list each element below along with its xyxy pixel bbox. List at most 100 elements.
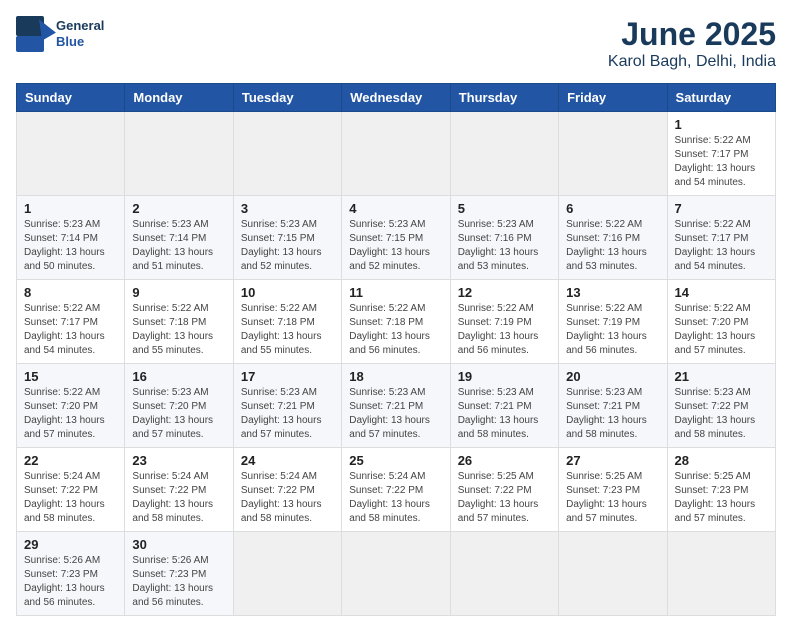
day-number: 20 [566, 369, 659, 384]
day-number: 27 [566, 453, 659, 468]
page-header: General Blue June 2025 Karol Bagh, Delhi… [16, 16, 776, 71]
day-number: 7 [675, 201, 768, 216]
calendar-cell: 1 Sunrise: 5:22 AM Sunset: 7:17 PM Dayli… [667, 112, 775, 196]
day-number: 29 [24, 537, 117, 552]
day-number: 6 [566, 201, 659, 216]
day-detail: Sunrise: 5:23 AM Sunset: 7:21 PM Dayligh… [349, 386, 442, 442]
calendar-cell: 29 Sunrise: 5:26 AM Sunset: 7:23 PM Dayl… [17, 532, 125, 616]
day-detail: Sunrise: 5:23 AM Sunset: 7:21 PM Dayligh… [458, 386, 551, 442]
day-detail: Sunrise: 5:22 AM Sunset: 7:17 PM Dayligh… [675, 218, 768, 274]
day-number: 4 [349, 201, 442, 216]
calendar-cell: 12 Sunrise: 5:22 AM Sunset: 7:19 PM Dayl… [450, 280, 558, 364]
calendar-header-row: SundayMondayTuesdayWednesdayThursdayFrid… [17, 84, 776, 112]
day-number: 3 [241, 201, 334, 216]
calendar-cell [233, 112, 341, 196]
calendar-cell [450, 532, 558, 616]
calendar-cell: 24 Sunrise: 5:24 AM Sunset: 7:22 PM Dayl… [233, 448, 341, 532]
day-header-sunday: Sunday [17, 84, 125, 112]
day-header-thursday: Thursday [450, 84, 558, 112]
calendar-cell: 14 Sunrise: 5:22 AM Sunset: 7:20 PM Dayl… [667, 280, 775, 364]
day-detail: Sunrise: 5:25 AM Sunset: 7:23 PM Dayligh… [675, 470, 768, 526]
calendar-cell: 26 Sunrise: 5:25 AM Sunset: 7:22 PM Dayl… [450, 448, 558, 532]
day-detail: Sunrise: 5:22 AM Sunset: 7:19 PM Dayligh… [458, 302, 551, 358]
calendar-cell: 7 Sunrise: 5:22 AM Sunset: 7:17 PM Dayli… [667, 196, 775, 280]
day-detail: Sunrise: 5:25 AM Sunset: 7:23 PM Dayligh… [566, 470, 659, 526]
logo-line2: Blue [56, 34, 104, 50]
calendar-cell [342, 112, 450, 196]
calendar-cell: 21 Sunrise: 5:23 AM Sunset: 7:22 PM Dayl… [667, 364, 775, 448]
day-detail: Sunrise: 5:22 AM Sunset: 7:16 PM Dayligh… [566, 218, 659, 274]
calendar-cell: 1 Sunrise: 5:23 AM Sunset: 7:14 PM Dayli… [17, 196, 125, 280]
day-detail: Sunrise: 5:23 AM Sunset: 7:21 PM Dayligh… [241, 386, 334, 442]
day-number: 11 [349, 285, 442, 300]
calendar-cell: 27 Sunrise: 5:25 AM Sunset: 7:23 PM Dayl… [559, 448, 667, 532]
day-detail: Sunrise: 5:26 AM Sunset: 7:23 PM Dayligh… [24, 554, 117, 610]
day-detail: Sunrise: 5:25 AM Sunset: 7:22 PM Dayligh… [458, 470, 551, 526]
logo-graphic [16, 16, 52, 52]
logo: General Blue [16, 16, 104, 52]
day-detail: Sunrise: 5:22 AM Sunset: 7:20 PM Dayligh… [675, 302, 768, 358]
day-number: 23 [132, 453, 225, 468]
calendar-cell: 28 Sunrise: 5:25 AM Sunset: 7:23 PM Dayl… [667, 448, 775, 532]
calendar-week-row: 15 Sunrise: 5:22 AM Sunset: 7:20 PM Dayl… [17, 364, 776, 448]
calendar-cell [450, 112, 558, 196]
day-detail: Sunrise: 5:22 AM Sunset: 7:18 PM Dayligh… [241, 302, 334, 358]
calendar-week-row: 1 Sunrise: 5:22 AM Sunset: 7:17 PM Dayli… [17, 112, 776, 196]
calendar-cell [559, 112, 667, 196]
day-detail: Sunrise: 5:22 AM Sunset: 7:17 PM Dayligh… [24, 302, 117, 358]
calendar-cell: 9 Sunrise: 5:22 AM Sunset: 7:18 PM Dayli… [125, 280, 233, 364]
calendar-cell: 23 Sunrise: 5:24 AM Sunset: 7:22 PM Dayl… [125, 448, 233, 532]
day-number: 16 [132, 369, 225, 384]
calendar-cell: 4 Sunrise: 5:23 AM Sunset: 7:15 PM Dayli… [342, 196, 450, 280]
calendar-cell [125, 112, 233, 196]
calendar-cell: 15 Sunrise: 5:22 AM Sunset: 7:20 PM Dayl… [17, 364, 125, 448]
day-number: 10 [241, 285, 334, 300]
day-number: 24 [241, 453, 334, 468]
calendar-week-row: 29 Sunrise: 5:26 AM Sunset: 7:23 PM Dayl… [17, 532, 776, 616]
day-number: 17 [241, 369, 334, 384]
day-detail: Sunrise: 5:22 AM Sunset: 7:18 PM Dayligh… [132, 302, 225, 358]
day-detail: Sunrise: 5:23 AM Sunset: 7:20 PM Dayligh… [132, 386, 225, 442]
day-detail: Sunrise: 5:24 AM Sunset: 7:22 PM Dayligh… [24, 470, 117, 526]
day-number: 21 [675, 369, 768, 384]
title-area: June 2025 Karol Bagh, Delhi, India [608, 16, 776, 71]
logo-line1: General [56, 18, 104, 34]
day-detail: Sunrise: 5:24 AM Sunset: 7:22 PM Dayligh… [132, 470, 225, 526]
day-detail: Sunrise: 5:23 AM Sunset: 7:15 PM Dayligh… [241, 218, 334, 274]
day-detail: Sunrise: 5:23 AM Sunset: 7:14 PM Dayligh… [24, 218, 117, 274]
day-number: 15 [24, 369, 117, 384]
calendar-cell: 6 Sunrise: 5:22 AM Sunset: 7:16 PM Dayli… [559, 196, 667, 280]
day-detail: Sunrise: 5:23 AM Sunset: 7:16 PM Dayligh… [458, 218, 551, 274]
calendar-week-row: 1 Sunrise: 5:23 AM Sunset: 7:14 PM Dayli… [17, 196, 776, 280]
calendar-cell: 13 Sunrise: 5:22 AM Sunset: 7:19 PM Dayl… [559, 280, 667, 364]
calendar-cell [342, 532, 450, 616]
calendar-location: Karol Bagh, Delhi, India [608, 53, 776, 71]
calendar-cell: 10 Sunrise: 5:22 AM Sunset: 7:18 PM Dayl… [233, 280, 341, 364]
day-header-friday: Friday [559, 84, 667, 112]
calendar-cell [17, 112, 125, 196]
day-number: 12 [458, 285, 551, 300]
day-detail: Sunrise: 5:23 AM Sunset: 7:15 PM Dayligh… [349, 218, 442, 274]
day-number: 28 [675, 453, 768, 468]
calendar-cell: 16 Sunrise: 5:23 AM Sunset: 7:20 PM Dayl… [125, 364, 233, 448]
calendar-cell: 8 Sunrise: 5:22 AM Sunset: 7:17 PM Dayli… [17, 280, 125, 364]
calendar-cell: 5 Sunrise: 5:23 AM Sunset: 7:16 PM Dayli… [450, 196, 558, 280]
day-number: 8 [24, 285, 117, 300]
calendar-cell: 20 Sunrise: 5:23 AM Sunset: 7:21 PM Dayl… [559, 364, 667, 448]
day-number: 1 [675, 117, 768, 132]
calendar-cell: 2 Sunrise: 5:23 AM Sunset: 7:14 PM Dayli… [125, 196, 233, 280]
calendar-cell: 30 Sunrise: 5:26 AM Sunset: 7:23 PM Dayl… [125, 532, 233, 616]
logo-text: General Blue [56, 18, 104, 49]
calendar-week-row: 22 Sunrise: 5:24 AM Sunset: 7:22 PM Dayl… [17, 448, 776, 532]
day-detail: Sunrise: 5:22 AM Sunset: 7:17 PM Dayligh… [675, 134, 768, 190]
day-number: 9 [132, 285, 225, 300]
calendar-cell: 25 Sunrise: 5:24 AM Sunset: 7:22 PM Dayl… [342, 448, 450, 532]
day-header-tuesday: Tuesday [233, 84, 341, 112]
day-number: 26 [458, 453, 551, 468]
calendar-cell: 19 Sunrise: 5:23 AM Sunset: 7:21 PM Dayl… [450, 364, 558, 448]
day-number: 30 [132, 537, 225, 552]
day-number: 1 [24, 201, 117, 216]
day-detail: Sunrise: 5:22 AM Sunset: 7:18 PM Dayligh… [349, 302, 442, 358]
day-header-monday: Monday [125, 84, 233, 112]
day-number: 22 [24, 453, 117, 468]
